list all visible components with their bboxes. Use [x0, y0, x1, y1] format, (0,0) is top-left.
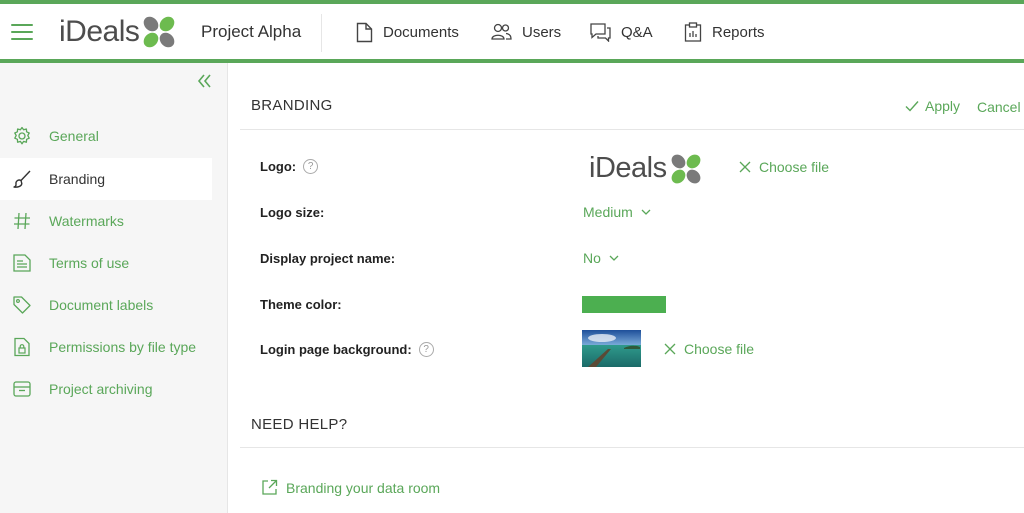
brand-logo-mark-icon — [671, 154, 700, 183]
chat-icon — [590, 22, 611, 42]
hash-icon — [14, 212, 30, 230]
logo-size-label: Logo size: — [260, 205, 325, 220]
login-background-label: Login page background: — [260, 342, 412, 357]
archive-icon — [13, 381, 31, 397]
logo-choose-file-button[interactable]: Choose file — [739, 159, 829, 175]
app-logo[interactable]: iDeals — [59, 15, 176, 49]
header-divider — [321, 14, 322, 52]
sidebar-item-label: General — [49, 128, 99, 144]
sidebar-item-label: Branding — [49, 171, 106, 187]
divider — [240, 447, 1024, 448]
sidebar-item-terms-of-use[interactable]: Terms of use — [0, 242, 212, 284]
sidebar-item-general[interactable]: General — [0, 115, 212, 157]
brand-logo-text: iDeals — [589, 152, 667, 184]
tag-icon — [13, 296, 31, 314]
seascape-image — [582, 330, 641, 367]
nav-reports-label: Reports — [712, 23, 765, 41]
logo-mark-icon — [144, 16, 175, 48]
apply-button[interactable]: Apply — [905, 98, 960, 114]
external-link-icon — [262, 479, 278, 495]
display-project-name-value: No — [583, 250, 601, 266]
close-icon — [739, 161, 751, 173]
sidebar-item-label: Project archiving — [49, 381, 153, 397]
sidebar-item-label: Terms of use — [49, 255, 130, 271]
nav-documents[interactable]: Documents — [356, 20, 459, 44]
nav-reports[interactable]: Reports — [684, 20, 765, 44]
branding-title: BRANDING — [251, 97, 333, 114]
sidebar-item-document-labels[interactable]: Document labels — [0, 284, 212, 326]
sidebar-item-label: Watermarks — [49, 213, 124, 229]
help-icon[interactable]: ? — [418, 342, 434, 357]
check-icon — [905, 101, 919, 112]
theme-color-label: Theme color: — [260, 297, 342, 312]
help-link-label: Branding your data room — [286, 479, 441, 496]
display-project-name-dropdown[interactable]: No — [583, 250, 619, 266]
need-help-title: NEED HELP? — [251, 416, 348, 433]
logo-text: iDeals — [59, 15, 140, 48]
nav-documents-label: Documents — [383, 23, 459, 41]
divider — [240, 129, 1024, 130]
users-icon — [491, 23, 512, 40]
menu-icon[interactable] — [11, 24, 33, 40]
login-background-thumbnail — [582, 330, 641, 367]
project-name[interactable]: Project Alpha — [201, 22, 301, 42]
sidebar-item-branding[interactable]: Branding — [0, 158, 212, 200]
settings-sidebar: General Branding Watermarks Terms of use… — [0, 63, 228, 513]
branding-panel: BRANDING Apply Cancel Logo: ? iDeals Cho… — [240, 63, 1024, 513]
sidebar-item-watermarks[interactable]: Watermarks — [0, 200, 212, 242]
nav-users[interactable]: Users — [491, 20, 561, 44]
display-project-name-label: Display project name: — [260, 251, 396, 266]
nav-users-label: Users — [522, 23, 562, 41]
brush-icon — [13, 170, 31, 188]
collapse-sidebar-icon[interactable] — [195, 72, 213, 90]
clipboard-icon — [684, 22, 702, 42]
cancel-button[interactable]: Cancel — [977, 99, 1021, 115]
apply-label: Apply — [925, 98, 961, 114]
logo-row-label: Logo: ? — [260, 159, 319, 174]
chevron-down-icon — [641, 209, 651, 215]
help-icon[interactable]: ? — [303, 159, 319, 174]
sidebar-item-project-archiving[interactable]: Project archiving — [0, 368, 212, 410]
top-bar: iDeals Project Alpha Documents Users Q&A — [0, 0, 1024, 63]
nav-qa[interactable]: Q&A — [590, 20, 653, 44]
terms-icon — [13, 254, 31, 272]
close-icon — [664, 343, 676, 355]
choose-file-label: Choose file — [684, 341, 755, 357]
sidebar-item-label: Document labels — [49, 297, 154, 313]
login-background-choose-file-button[interactable]: Choose file — [664, 341, 754, 357]
chevron-down-icon — [609, 255, 619, 261]
nav-qa-label: Q&A — [621, 23, 653, 41]
choose-file-label: Choose file — [759, 159, 830, 175]
sidebar-item-permissions-by-file-type[interactable]: Permissions by file type — [0, 326, 212, 368]
logo-label: Logo: — [260, 159, 297, 174]
file-lock-icon — [14, 337, 30, 357]
gear-icon — [14, 126, 30, 145]
logo-size-value: Medium — [583, 204, 633, 220]
brand-logo-preview: iDeals — [589, 152, 702, 185]
branding-help-link[interactable]: Branding your data room — [261, 479, 440, 496]
sidebar-item-label: Permissions by file type — [49, 339, 197, 355]
document-icon — [356, 22, 373, 42]
login-background-row-label: Login page background: ? — [260, 342, 434, 357]
logo-size-dropdown[interactable]: Medium — [583, 204, 651, 220]
theme-color-swatch[interactable] — [582, 296, 666, 313]
